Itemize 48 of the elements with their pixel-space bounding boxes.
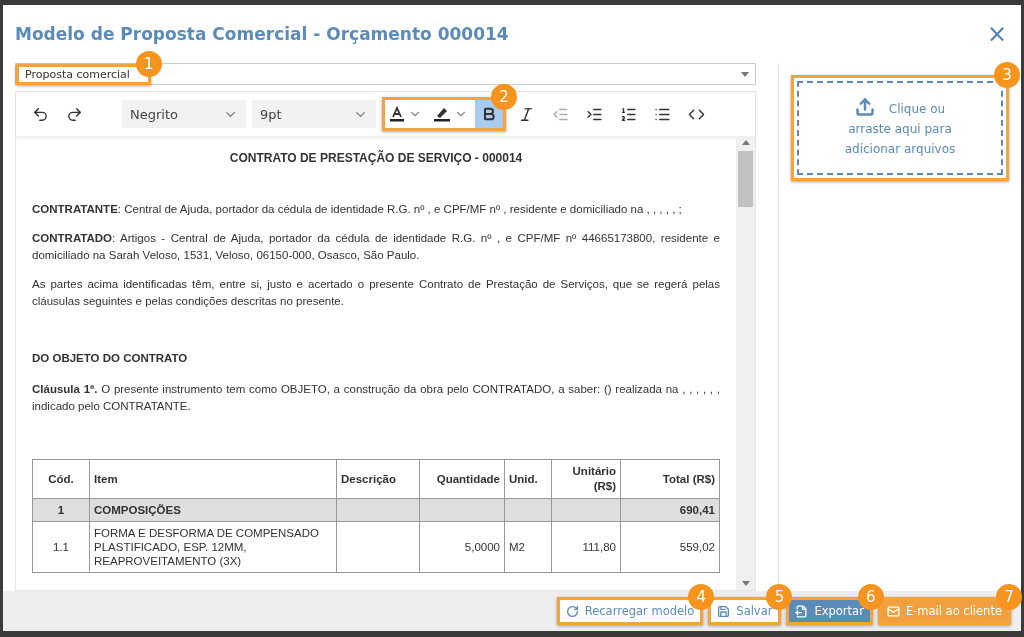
table-cell: 559,02 <box>620 521 720 573</box>
column-header: Quantidade <box>419 459 505 499</box>
column-header: Item <box>89 459 337 499</box>
bold-button[interactable] <box>475 100 503 128</box>
column-header: Cód. <box>32 459 90 499</box>
highlighter-icon <box>432 105 452 123</box>
table-cell: FORMA E DESFORMA DE COMPENSADO PLASTIFICADO, ESP. 12MM, REAPROVEITAMENTO (3X) <box>89 521 337 573</box>
save-icon <box>717 604 731 618</box>
caret-icon <box>741 71 749 77</box>
scrollbar-thumb[interactable] <box>738 151 753 207</box>
bold-icon <box>481 106 497 122</box>
reload-button[interactable]: Recarregar modelo <box>559 600 701 622</box>
table-cell: 111,80 <box>551 521 621 573</box>
font-color-icon <box>388 105 406 123</box>
window-title: Modelo de Proposta Comercial - Orçamento 000014 <box>15 24 509 44</box>
column-header: Unid. <box>504 459 552 499</box>
table-cell: 1.1 <box>32 521 90 573</box>
undo-icon <box>31 105 49 123</box>
reload-icon <box>565 604 579 618</box>
dropdown[interactable]: Negrito <box>122 100 246 128</box>
document-title: CONTRATO DE PRESTAÇÃO DE SERVIÇO - 000014 <box>228 150 524 167</box>
redo-icon <box>65 105 83 123</box>
paragraph: CONTRATADO: Artigos - Central de Ajuda, portador da cédula de identidade R.G. nº , e CPF/MF nº 44665173800, residente e domiciliado na Sarah Veloso, 1531, Veloso, 06150-000, Osasco, São Paulo. <box>32 231 720 263</box>
close-button[interactable]: × <box>986 22 1007 46</box>
file-icon <box>795 604 809 618</box>
callout-badge: 1 <box>135 50 162 77</box>
callout-badge: 3 <box>994 62 1020 88</box>
scroll-down-icon <box>741 581 750 586</box>
upload-dropzone[interactable]: Clique ou arraste aqui para adicionar arquivos <box>797 81 1003 175</box>
column-header: Unitário (R$) <box>551 459 621 499</box>
scroll-up-icon <box>741 140 750 145</box>
paragraph: CONTRATANTE: Central de Ajuda, portador da cédula de identidade R.G. nº , e CPF/MF nº , residente e domiciliado na , , , , , ; <box>32 202 683 217</box>
section-heading: DO OBJETO DO CONTRATO <box>32 351 189 366</box>
numbered-list-icon <box>619 105 637 123</box>
column-header: Total (R$) <box>620 459 720 499</box>
paragraph: As partes acima identificadas têm, entre si, justo e acertado o presente Contrato de Prestação de Serviços, que se regerá pelas cláusulas seguintes e pelas condições descritas no presente. <box>32 277 720 309</box>
table-cell: COMPOSIÇÕES <box>89 498 337 522</box>
email-button[interactable]: E-mail ao cliente <box>880 600 1008 622</box>
mail-icon <box>886 604 900 618</box>
scrollbar[interactable] <box>736 136 755 590</box>
dropdown[interactable]: 9pt <box>252 100 376 128</box>
table-cell: 1 <box>32 498 90 522</box>
column-header: Descrição <box>336 459 420 499</box>
table-cell: 5,0000 <box>419 521 505 573</box>
table-cell: M2 <box>504 521 552 573</box>
paragraph: Cláusula 1ª. O presente instrumento tem como OBJETO, a construção da obra pelo CONTRATADO, a saber: () realizada na , , , , , , indicado pelo CONTRATANTE. <box>32 382 720 414</box>
callout-badge: 2 <box>491 84 517 110</box>
upload-icon <box>854 97 875 117</box>
